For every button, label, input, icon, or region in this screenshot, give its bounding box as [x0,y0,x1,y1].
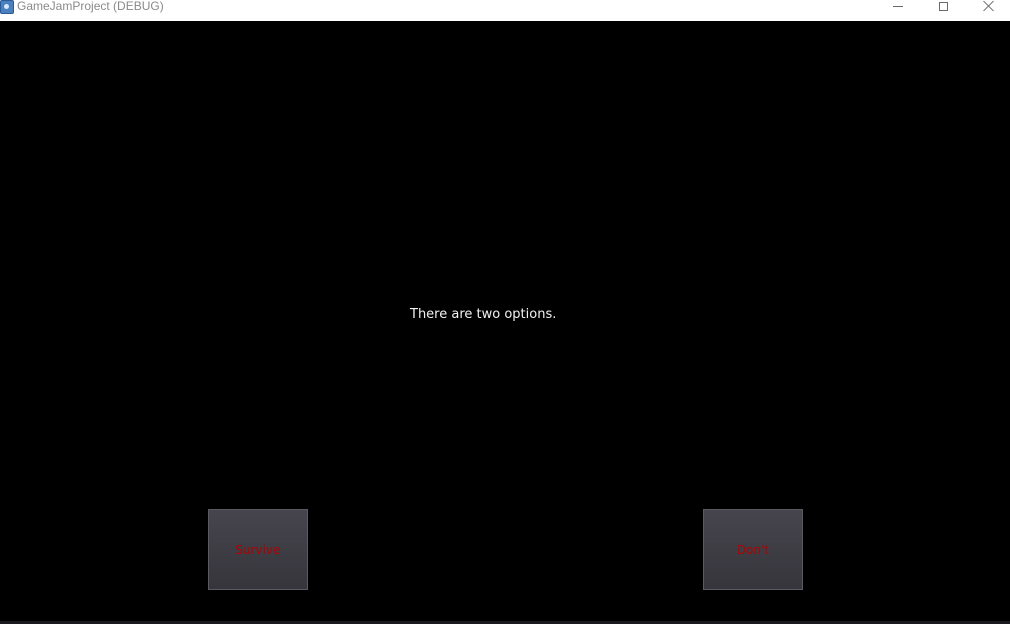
maximize-button[interactable] [920,0,966,12]
title-bar: GameJamProject (DEBUG) [0,0,1010,21]
dont-button-label: Don't [736,542,770,557]
minimize-icon [893,5,903,7]
close-icon [983,0,995,12]
maximize-icon [938,1,948,11]
minimize-button[interactable] [875,0,921,12]
dialog-text: There are two options. [410,307,557,322]
game-viewport: There are two options. Survive Don't [0,21,1010,621]
survive-button[interactable]: Survive [208,509,308,590]
app-icon [0,0,14,14]
survive-button-label: Survive [235,542,281,557]
close-button[interactable] [966,0,1010,12]
dont-button[interactable]: Don't [703,509,803,590]
game-window: GameJamProject (DEBUG) There are two opt… [0,0,1010,624]
window-title: GameJamProject (DEBUG) [17,0,164,13]
